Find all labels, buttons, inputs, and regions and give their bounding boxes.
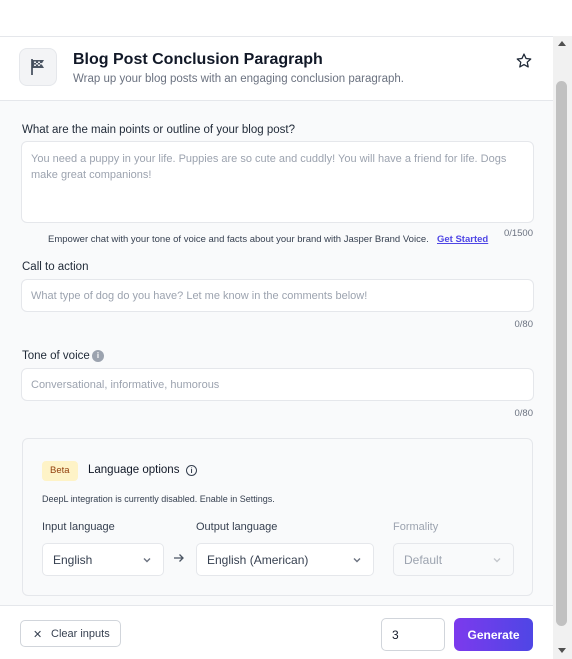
chevron-down-icon [353, 558, 361, 563]
language-options-box: Beta Language options i DeepL integratio… [22, 438, 533, 596]
generate-button[interactable]: Generate [454, 618, 533, 651]
input-language-select[interactable]: English [42, 543, 164, 576]
scroll-up-icon[interactable] [558, 41, 566, 46]
arrow-right-icon [174, 554, 184, 562]
formality-value: Default [404, 553, 443, 567]
language-options-title: Language options [88, 464, 180, 476]
main-points-input[interactable] [21, 141, 534, 223]
template-subtitle: Wrap up your blog posts with an engaging… [73, 73, 404, 85]
footer-bar: ✕ Clear inputs Generate [0, 605, 553, 659]
tone-of-voice-input[interactable] [21, 368, 534, 401]
scrollbar[interactable] [553, 36, 572, 659]
input-language-label: Input language [42, 521, 115, 533]
main-points-counter: 0/1500 [503, 228, 533, 239]
tone-of-voice-label: Tone of voice [22, 350, 90, 362]
chevron-down-icon [493, 558, 501, 563]
beta-badge: Beta [42, 461, 78, 481]
main-points-label: What are the main points or outline of y… [22, 124, 295, 136]
scroll-down-icon[interactable] [558, 648, 566, 653]
brand-voice-link[interactable]: Get Started [437, 234, 488, 245]
brand-voice-note: Empower chat with your tone of voice and… [48, 234, 429, 245]
output-language-value: English (American) [207, 553, 309, 567]
call-to-action-input[interactable] [21, 279, 534, 312]
template-title: Blog Post Conclusion Paragraph [73, 51, 323, 68]
top-strip [0, 0, 572, 36]
tone-info-icon[interactable]: i [92, 350, 104, 362]
deepl-note: DeepL integration is currently disabled.… [42, 494, 275, 504]
close-icon: ✕ [33, 629, 43, 641]
formality-select[interactable]: Default [393, 543, 514, 576]
template-panel: What are the main points or outline of y… [0, 36, 553, 659]
clear-inputs-label: Clear inputs [51, 628, 110, 640]
flag-icon [19, 48, 57, 86]
call-to-action-label: Call to action [22, 261, 89, 273]
call-to-action-counter: 0/80 [514, 319, 534, 330]
output-language-select[interactable]: English (American) [196, 543, 374, 576]
input-language-value: English [53, 553, 93, 567]
chevron-down-icon [143, 558, 151, 563]
clear-inputs-button[interactable]: ✕ Clear inputs [20, 620, 121, 647]
scroll-thumb[interactable] [556, 81, 567, 626]
star-icon[interactable] [515, 52, 533, 70]
language-info-icon[interactable]: i [186, 465, 197, 476]
output-language-label: Output language [196, 521, 278, 533]
template-header: Blog Post Conclusion Paragraph Wrap up y… [0, 37, 553, 101]
output-count-input[interactable] [381, 618, 445, 651]
tone-of-voice-counter: 0/80 [514, 408, 534, 419]
formality-label: Formality [393, 521, 439, 533]
